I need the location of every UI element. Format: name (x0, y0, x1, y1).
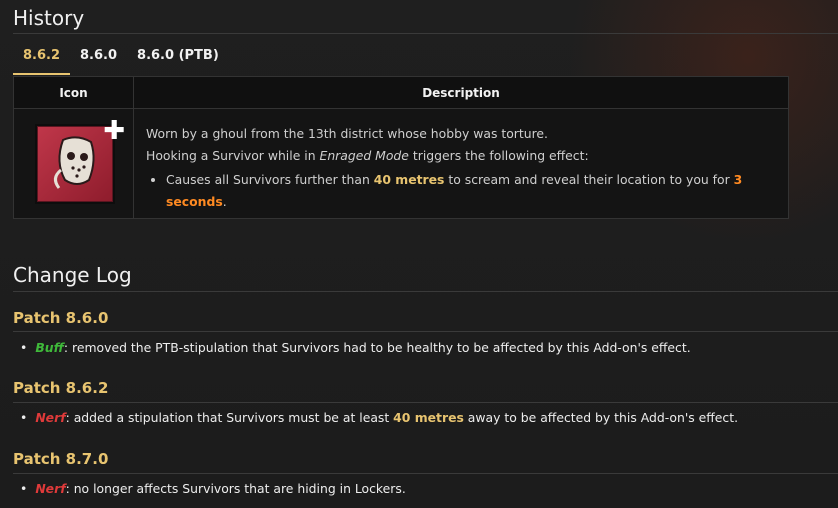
distance-value: 40 metres (373, 172, 445, 187)
distance-value: 40 metres (393, 410, 464, 425)
divider (13, 33, 838, 34)
enraged-mode-text: Enraged Mode (319, 148, 409, 163)
description-column-header: Description (133, 76, 789, 109)
history-heading: History (13, 6, 85, 30)
version-tabs: 8.6.2 8.6.0 8.6.0 (PTB) (13, 44, 229, 75)
description-cell: Worn by a ghoul from the 13th district w… (133, 108, 789, 219)
patch-heading: Patch 8.6.0 (13, 309, 109, 327)
divider (13, 473, 838, 474)
buff-tag: Buff (35, 340, 64, 355)
divider (13, 402, 838, 403)
patch-heading: Patch 8.6.2 (13, 379, 109, 397)
divider (13, 331, 838, 332)
tab-8-6-0-ptb[interactable]: 8.6.0 (PTB) (127, 44, 229, 75)
description-line-2: Hooking a Survivor while in Enraged Mode… (146, 148, 589, 163)
changelog-entry: • Nerf: added a stipulation that Survivor… (20, 410, 739, 425)
plus-icon: ✚ (103, 116, 125, 146)
page: History 8.6.2 8.6.0 8.6.0 (PTB) Icon Des… (0, 0, 838, 508)
patch-heading: Patch 8.7.0 (13, 450, 109, 468)
changelog-heading: Change Log (13, 263, 132, 287)
hockey-mask-addon-icon: ✚ (35, 118, 125, 204)
nerf-tag: Nerf (35, 481, 66, 496)
changelog-entry: • Buff: removed the PTB-stipulation that … (20, 340, 691, 355)
tab-8-6-0[interactable]: 8.6.0 (70, 44, 127, 75)
description-line-1: Worn by a ghoul from the 13th district w… (146, 126, 548, 141)
nerf-tag: Nerf (35, 410, 66, 425)
history-table: Icon Description ✚ Worn by a ghoul from … (13, 76, 789, 219)
changelog-entry: • Nerf: no longer affects Survivors that … (20, 481, 406, 496)
icon-column-header: Icon (13, 76, 134, 109)
divider (13, 291, 838, 292)
effect-bullet: Causes all Survivors further than 40 met… (166, 169, 776, 213)
table-row: ✚ Worn by a ghoul from the 13th district… (13, 108, 789, 219)
icon-cell: ✚ (13, 108, 134, 219)
tab-8-6-2[interactable]: 8.6.2 (13, 44, 71, 75)
